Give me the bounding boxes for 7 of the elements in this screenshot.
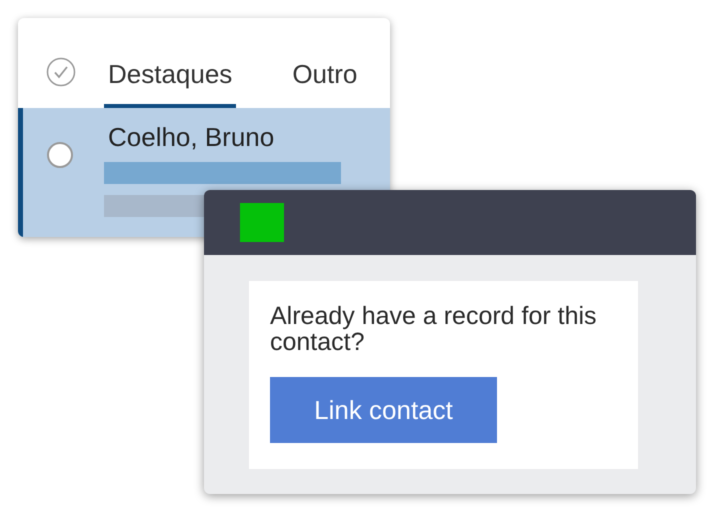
contact-name: Coelho, Bruno xyxy=(108,122,274,153)
logo-icon xyxy=(240,203,284,242)
link-contact-button[interactable]: Link contact xyxy=(270,377,497,443)
radio-button[interactable] xyxy=(47,142,73,168)
check-circle-icon[interactable] xyxy=(46,57,76,87)
tab[interactable]: Outro xyxy=(288,59,362,108)
prompt-text: Already have a record for this contact? xyxy=(270,303,598,355)
